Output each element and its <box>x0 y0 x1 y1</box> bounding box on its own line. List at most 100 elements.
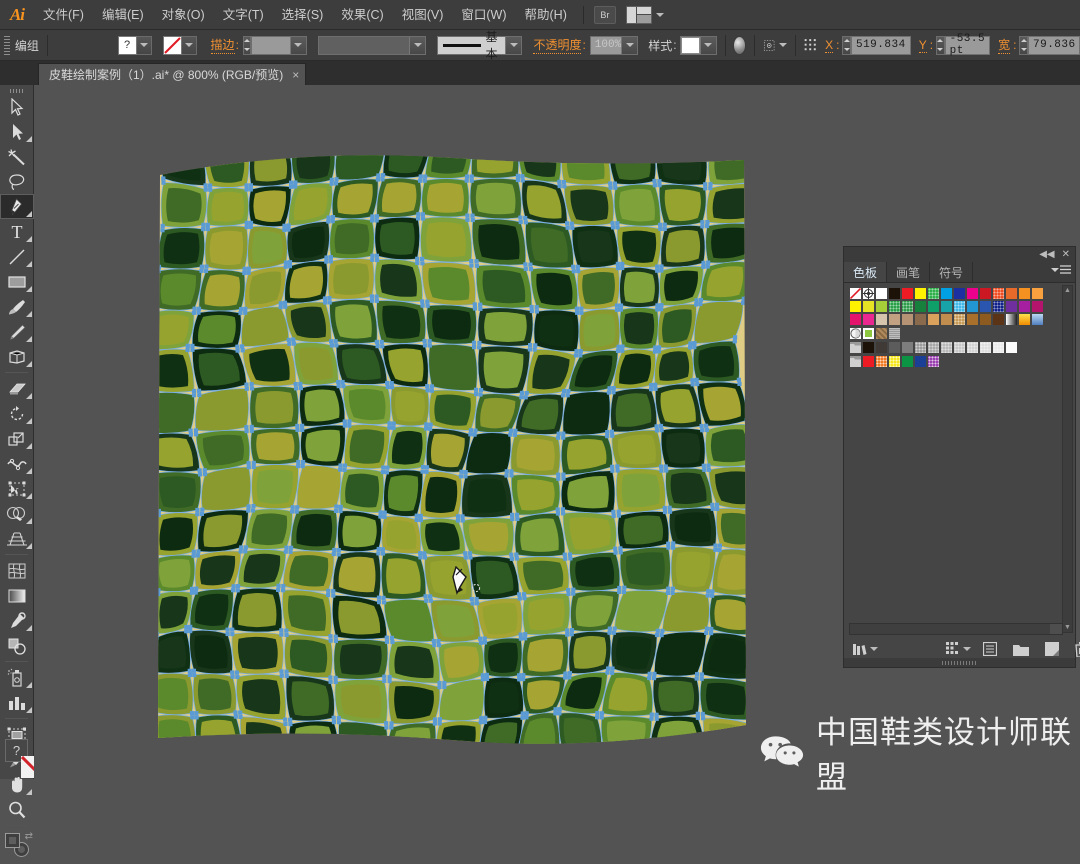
anchor-point[interactable] <box>184 625 189 630</box>
scale-inner-shape[interactable] <box>198 314 236 345</box>
anchor-point[interactable] <box>659 268 664 273</box>
anchor-point[interactable] <box>391 421 396 426</box>
anchor-point[interactable] <box>236 584 241 589</box>
anchor-point[interactable] <box>460 518 465 523</box>
anchor-point[interactable] <box>561 511 566 516</box>
anchor-point[interactable] <box>480 673 485 678</box>
anchor-point[interactable] <box>705 220 710 225</box>
collapse-icon[interactable]: ◀◀ <box>1039 249 1054 260</box>
scale-inner-shape[interactable] <box>582 272 615 305</box>
anchor-point[interactable] <box>470 213 475 218</box>
anchor-point[interactable] <box>279 669 284 674</box>
swatch-color[interactable] <box>862 313 875 326</box>
swatch-none[interactable] <box>849 287 862 300</box>
anchor-point[interactable] <box>474 263 479 268</box>
anchor-point[interactable] <box>338 508 343 514</box>
swatch-color[interactable] <box>953 287 966 300</box>
anchor-point[interactable] <box>370 298 375 303</box>
anchor-point[interactable] <box>288 722 293 727</box>
scale-inner-shape[interactable] <box>243 553 281 584</box>
anchor-point[interactable] <box>244 386 249 391</box>
scale-inner-shape[interactable] <box>158 559 191 588</box>
opacity-combo[interactable]: 100% <box>589 35 639 55</box>
anchor-point[interactable] <box>473 758 477 760</box>
panel-scrollbar[interactable]: ▲ ▼ <box>1062 285 1073 633</box>
document-tab[interactable]: 皮鞋绘制案例（1）.ai* @ 800% (RGB/预览) × <box>38 63 307 85</box>
anchor-point[interactable] <box>152 471 156 475</box>
scale-inner-shape[interactable] <box>656 720 699 753</box>
scale-inner-shape[interactable] <box>394 390 425 422</box>
anchor-point[interactable] <box>479 388 484 393</box>
anchor-point[interactable] <box>338 467 343 472</box>
anchor-point[interactable] <box>699 423 704 429</box>
swatch-color[interactable] <box>992 300 1005 313</box>
anchor-point[interactable] <box>522 592 527 597</box>
anchor-point[interactable] <box>612 626 617 631</box>
scale-inner-shape[interactable] <box>254 149 288 182</box>
anchor-point[interactable] <box>666 586 671 591</box>
anchor-point[interactable] <box>391 425 396 430</box>
anchor-point[interactable] <box>293 180 298 185</box>
anchor-point[interactable] <box>708 186 713 191</box>
anchor-point[interactable] <box>610 221 615 226</box>
anchor-point[interactable] <box>695 715 700 720</box>
anchor-point[interactable] <box>188 629 193 634</box>
anchor-point[interactable] <box>157 508 161 514</box>
scale-inner-shape[interactable] <box>194 635 228 669</box>
scale-inner-shape[interactable] <box>528 598 565 631</box>
tool-blend[interactable] <box>0 633 34 658</box>
anchor-point[interactable] <box>424 426 429 431</box>
tool-zoom[interactable] <box>0 797 34 822</box>
scale-inner-shape[interactable] <box>256 469 293 504</box>
anchor-point[interactable] <box>595 715 600 720</box>
anchor-point[interactable] <box>651 145 655 149</box>
tab-brushes[interactable]: 画笔 <box>887 262 931 282</box>
anchor-point[interactable] <box>527 347 532 352</box>
anchor-point[interactable] <box>667 505 672 510</box>
anchor-point[interactable] <box>244 754 248 758</box>
anchor-point[interactable] <box>708 146 712 150</box>
scale-inner-shape[interactable] <box>606 720 646 751</box>
anchor-point[interactable] <box>574 306 579 311</box>
anchor-point[interactable] <box>607 142 611 146</box>
anchor-point[interactable] <box>576 269 581 274</box>
anchor-point[interactable] <box>423 174 428 179</box>
swatch-color[interactable] <box>875 287 888 300</box>
anchor-point[interactable] <box>196 549 201 554</box>
anchor-point[interactable] <box>556 472 561 477</box>
anchor-point[interactable] <box>482 636 487 641</box>
anchor-point[interactable] <box>370 257 375 262</box>
scale-inner-shape[interactable] <box>468 521 509 552</box>
anchor-point[interactable] <box>515 177 520 183</box>
anchor-point[interactable] <box>418 178 423 183</box>
anchor-point[interactable] <box>465 217 470 222</box>
anchor-point[interactable] <box>384 725 389 730</box>
fill-stroke-control[interactable]: ⇄ <box>0 830 34 864</box>
anchor-point[interactable] <box>235 348 240 353</box>
anchor-point[interactable] <box>387 425 392 430</box>
anchor-point[interactable] <box>617 589 622 594</box>
scale-inner-shape[interactable] <box>573 636 607 669</box>
anchor-point[interactable] <box>382 678 387 683</box>
swatch-color[interactable] <box>849 300 862 313</box>
anchor-point[interactable] <box>605 434 610 439</box>
scale-inner-shape[interactable] <box>467 478 507 513</box>
scale-inner-shape[interactable] <box>523 144 557 177</box>
anchor-point[interactable] <box>670 590 675 595</box>
anchor-point[interactable] <box>230 670 235 675</box>
anchor-point[interactable] <box>424 598 429 603</box>
anchor-point[interactable] <box>615 468 620 473</box>
anchor-point[interactable] <box>193 432 199 437</box>
anchor-point[interactable] <box>185 343 190 348</box>
anchor-point[interactable] <box>663 509 668 515</box>
anchor-point[interactable] <box>748 722 752 726</box>
swatch-color[interactable] <box>953 313 966 326</box>
anchor-point[interactable] <box>387 674 392 680</box>
anchor-point[interactable] <box>246 461 251 466</box>
swatch-color[interactable] <box>966 300 979 313</box>
scale-inner-shape[interactable] <box>339 643 382 675</box>
anchor-point[interactable] <box>197 468 202 473</box>
swatch-color[interactable] <box>1018 313 1031 326</box>
scale-inner-shape[interactable] <box>715 471 752 505</box>
anchor-point[interactable] <box>520 715 525 720</box>
